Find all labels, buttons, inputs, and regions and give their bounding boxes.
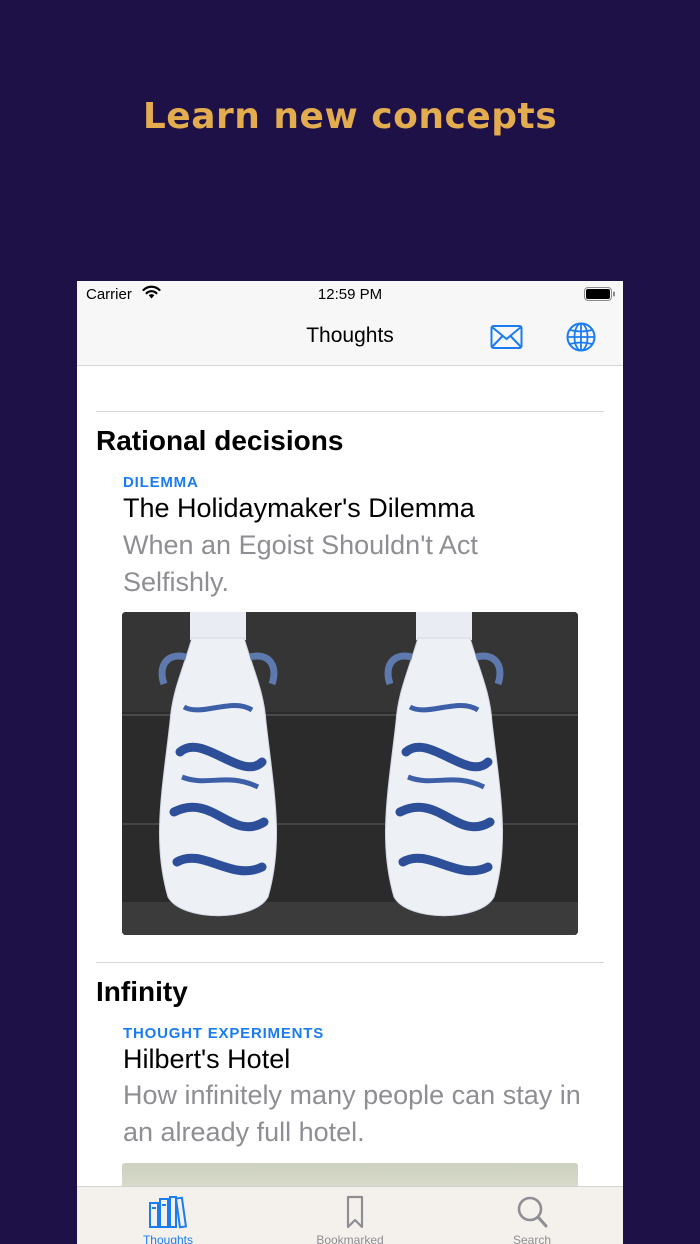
clock: 12:59 PM	[317, 286, 383, 303]
app-screen: Carrier 12:59 PM Thoughts Rational decis…	[77, 281, 623, 1244]
item-subtitle: How infinitely many people can stay in a…	[123, 1080, 581, 1147]
tab-label: Bookmarked	[316, 1233, 384, 1244]
vase-left	[158, 612, 278, 917]
bookmark-icon	[346, 1195, 364, 1229]
section-title: Infinity	[96, 976, 188, 1007]
mail-icon	[490, 325, 523, 349]
section-separator	[96, 411, 604, 412]
tab-bookmarked[interactable]: Bookmarked	[259, 1187, 441, 1244]
item-category: DILEMMA	[123, 474, 199, 491]
tab-label: Thoughts	[142, 1233, 194, 1244]
vases-image	[122, 612, 578, 935]
globe-icon	[566, 322, 596, 352]
item-subtitle: When an Egoist Shouldn't Act Selfishly.	[123, 530, 478, 597]
nav-title: Thoughts	[306, 324, 394, 347]
mail-button[interactable]	[490, 323, 523, 351]
thoughts-list[interactable]: Rational decisions DILEMMA The Holidayma…	[77, 366, 623, 1203]
search-icon	[517, 1196, 548, 1228]
tab-bar: Thoughts Bookmarked Search	[77, 1186, 623, 1244]
item-title: The Holidaymaker's Dilemma	[123, 493, 475, 523]
tab-thoughts[interactable]: Thoughts	[77, 1187, 259, 1244]
books-icon	[149, 1196, 188, 1229]
item-category: THOUGHT EXPERIMENTS	[123, 1025, 325, 1042]
tab-label: Search	[512, 1233, 552, 1244]
promo-title: Learn new concepts	[142, 96, 558, 137]
tab-search[interactable]: Search	[441, 1187, 623, 1244]
status-bar: Carrier 12:59 PM	[77, 281, 623, 309]
battery-icon	[584, 287, 615, 301]
navigation-bar: Thoughts	[77, 309, 623, 366]
section-separator	[96, 962, 604, 963]
item-title: Hilbert's Hotel	[123, 1044, 291, 1074]
vase-right	[384, 612, 504, 917]
globe-button[interactable]	[565, 321, 597, 353]
section-title: Rational decisions	[96, 425, 344, 456]
